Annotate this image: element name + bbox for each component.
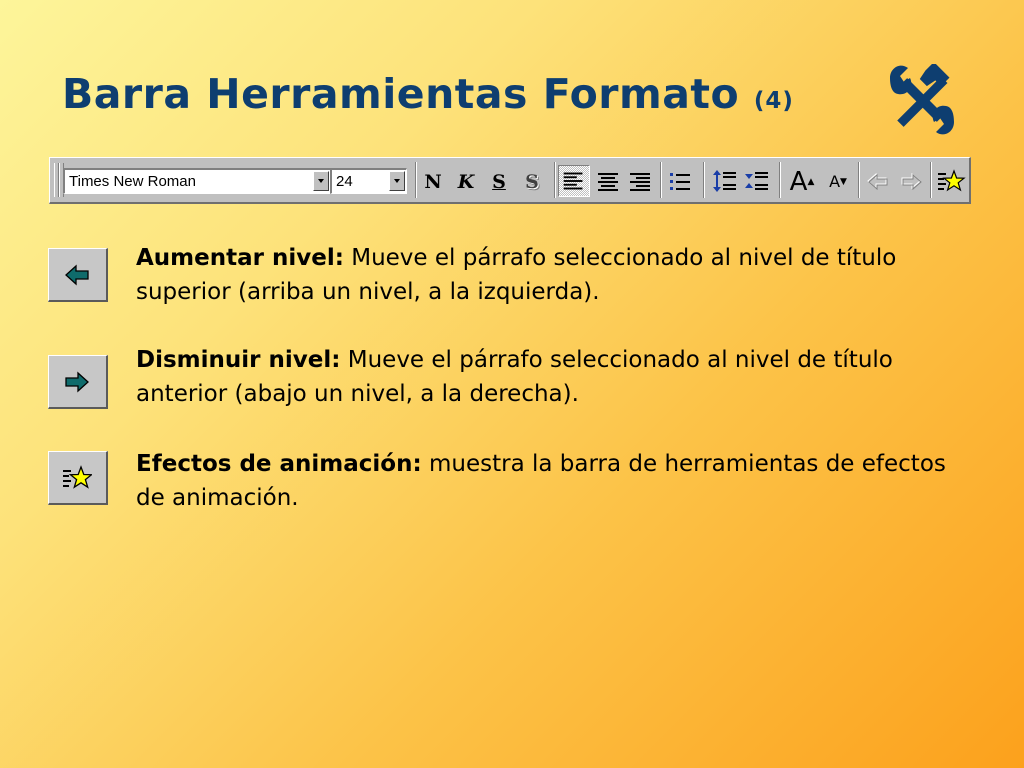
toolbar-separator	[930, 162, 932, 198]
slide-title: Barra Herramientas Formato (4)	[62, 70, 794, 118]
increase-font-glyph: A	[789, 167, 808, 197]
increase-spacing-button[interactable]	[709, 165, 741, 197]
caret-up-icon: ▲	[807, 177, 815, 187]
promote-term: Aumentar nivel:	[136, 245, 344, 271]
shadow-button[interactable]: S	[516, 167, 548, 197]
chevron-down-icon[interactable]	[313, 171, 329, 191]
font-size-combo[interactable]: 24	[330, 168, 407, 194]
decrease-spacing-icon	[745, 172, 768, 190]
demote-description: Disminuir nivel: Mueve el párrafo selecc…	[136, 343, 976, 411]
arrow-left-icon	[65, 264, 89, 286]
animation-effects-button[interactable]	[934, 165, 966, 197]
demote-button[interactable]	[894, 165, 926, 197]
toolbar-separator	[779, 162, 781, 198]
font-size-value: 24	[336, 173, 353, 190]
align-right-button[interactable]	[624, 165, 656, 197]
animation-term: Efectos de animación:	[136, 451, 422, 477]
arrow-right-icon	[901, 172, 922, 191]
increase-spacing-icon	[713, 170, 736, 192]
underline-button[interactable]: S	[483, 167, 515, 197]
font-name-value: Times New Roman	[69, 173, 196, 190]
increase-font-button[interactable]: A▲	[786, 167, 818, 197]
arrow-left-icon	[867, 172, 888, 191]
align-center-button[interactable]	[592, 165, 624, 197]
demote-icon-box	[48, 355, 108, 409]
decrease-font-glyph: A	[829, 172, 841, 191]
promote-icon-box	[48, 248, 108, 302]
toolbar-separator	[660, 162, 662, 198]
align-left-icon	[563, 172, 583, 190]
demote-term: Disminuir nivel:	[136, 347, 341, 373]
bold-button[interactable]: N	[417, 167, 449, 197]
toolbar-separator	[554, 162, 556, 198]
caret-down-icon: ▼	[840, 177, 847, 187]
promote-description: Aumentar nivel: Mueve el párrafo selecci…	[136, 241, 976, 309]
decrease-spacing-button[interactable]	[741, 165, 773, 197]
chevron-down-icon[interactable]	[389, 171, 405, 191]
animation-star-icon	[63, 465, 92, 489]
animation-description: Efectos de animación: muestra la barra d…	[136, 447, 976, 515]
formatting-toolbar: Times New Roman 24 N K S S A▲ A▼	[49, 157, 971, 204]
align-center-icon	[598, 173, 618, 191]
slide-title-number: (4)	[753, 88, 794, 114]
toolbar-separator	[858, 162, 860, 198]
animation-icon-box	[48, 451, 108, 505]
decrease-font-button[interactable]: A▼	[822, 167, 854, 197]
arrow-right-icon	[65, 371, 89, 393]
italic-button[interactable]: K	[450, 167, 482, 197]
bullets-button[interactable]	[664, 165, 696, 197]
tools-icon	[890, 64, 954, 135]
slide-title-text: Barra Herramientas Formato	[62, 70, 740, 118]
promote-button[interactable]	[862, 165, 894, 197]
animation-star-icon	[938, 169, 966, 192]
font-name-combo[interactable]: Times New Roman	[63, 168, 331, 194]
toolbar-separator	[703, 162, 705, 198]
align-right-icon	[630, 173, 650, 191]
align-left-button[interactable]	[558, 165, 590, 197]
bullets-icon	[670, 173, 690, 190]
